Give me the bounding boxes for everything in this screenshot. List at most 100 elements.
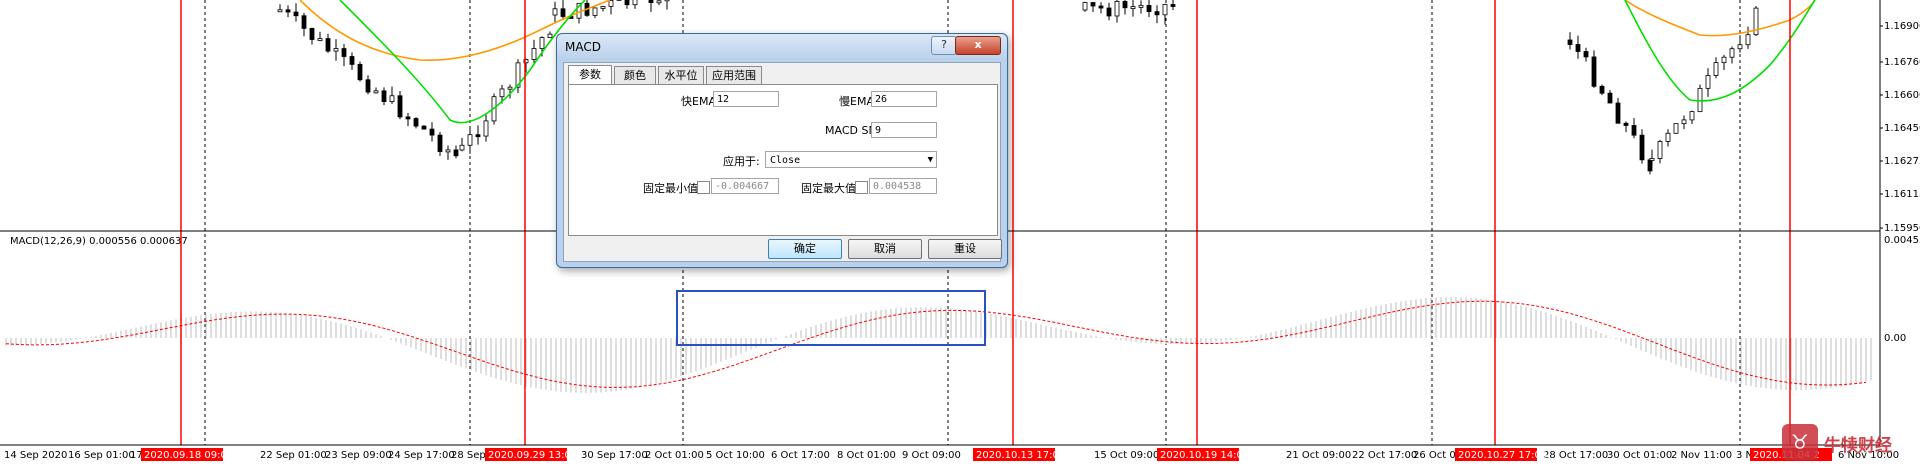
candle-body	[1130, 6, 1136, 9]
help-button[interactable]: ?	[931, 36, 957, 55]
candle-body	[475, 134, 481, 138]
candle-body	[531, 48, 537, 60]
tab-parameters[interactable]: 参数	[568, 65, 612, 85]
fixed-max-checkbox[interactable]	[855, 181, 868, 194]
candle-body	[373, 90, 379, 94]
candle-body	[1162, 4, 1168, 16]
time-tick-label: 8 Oct 01:00	[837, 450, 896, 461]
candle-body	[664, 0, 670, 2]
candle-body	[445, 149, 451, 153]
candle-body	[1623, 122, 1629, 126]
macd-tick-label: 0.004538	[1884, 235, 1920, 246]
candle-body	[547, 33, 553, 39]
candle-body	[467, 134, 473, 146]
candle-body	[1122, 0, 1128, 9]
macd-dialog[interactable]: MACD ? x 参数 颜色 水平位 应用范围 快EMA: 12 慢EMA: 2…	[556, 33, 1008, 268]
fast-ema-input[interactable]: 12	[713, 91, 779, 107]
candle-body	[1146, 4, 1152, 13]
price-tick-label: 1.16115	[1884, 189, 1920, 200]
candlesticks	[277, 0, 1759, 175]
candle-body	[1649, 158, 1655, 161]
time-tick-label: 15 Oct 09:00	[1094, 450, 1159, 461]
candle-body	[1697, 87, 1703, 113]
highlight-box-blue	[676, 290, 986, 346]
price-tick-label: 1.16760	[1884, 57, 1920, 68]
fixed-max-input[interactable]: 0.004538	[869, 178, 937, 194]
time-tick-label: 5 Oct 10:00	[706, 450, 765, 461]
candle-body	[1607, 92, 1613, 104]
time-tick-label: 22 Oct 17:00	[1352, 450, 1417, 461]
candle-body	[1082, 2, 1088, 11]
candle-body	[1713, 62, 1719, 76]
price-tick-label: 1.16450	[1884, 123, 1920, 134]
candle-body	[1591, 56, 1597, 87]
candle-body	[1154, 11, 1160, 16]
candle-body	[1615, 102, 1621, 124]
reset-button[interactable]: 重设	[928, 239, 1002, 259]
slow-ema-input[interactable]: 26	[871, 91, 937, 107]
candle-body	[1745, 34, 1751, 46]
price-tick-label: 1.16275	[1884, 156, 1920, 167]
bull-logo-icon: ♉	[1782, 424, 1818, 460]
time-tick-label: 22 Sep 01:00	[260, 450, 327, 461]
candle-body	[317, 38, 323, 41]
apply-to-label: 应用于:	[723, 155, 760, 168]
fast-ma-line	[339, 0, 586, 124]
tab-levels[interactable]: 水平位	[658, 66, 704, 84]
candle-body	[1689, 111, 1695, 121]
candle-body	[1575, 44, 1581, 52]
fixed-min-checkbox[interactable]	[697, 181, 710, 194]
time-tick-label: 28 Oct 17:00	[1543, 450, 1608, 461]
candle-body	[552, 8, 558, 16]
time-tick-label: 2 Oct 01:00	[645, 450, 704, 461]
watermark-text: 牛犊财经	[1824, 436, 1892, 456]
time-tick-label: 21 Oct 09:00	[1286, 450, 1351, 461]
candle-body	[1673, 123, 1679, 134]
macd-sma-input[interactable]: 9	[871, 122, 937, 138]
fixed-min-input[interactable]: -0.004667	[711, 178, 779, 194]
candle-body	[459, 144, 465, 151]
candle-body	[483, 120, 489, 137]
candle-body	[357, 64, 363, 81]
candle-body	[341, 48, 347, 57]
candle-body	[285, 9, 291, 13]
candle-body	[1729, 48, 1735, 58]
time-tick-label: 9 Oct 09:00	[902, 450, 961, 461]
candle-body	[1106, 7, 1112, 17]
candle-body	[624, 0, 630, 6]
candle-body	[539, 37, 545, 49]
candle-body	[309, 27, 315, 40]
dialog-title: MACD	[565, 40, 601, 54]
candle-body	[1170, 4, 1176, 7]
candle-body	[1681, 119, 1687, 125]
price-tick-label: 1.16900	[1884, 21, 1920, 32]
candle-body	[648, 0, 654, 4]
macd-tick-label: 0.00	[1884, 333, 1906, 344]
candle-body	[592, 7, 598, 16]
candle-body	[1090, 2, 1096, 7]
tab-visualization[interactable]: 应用范围	[706, 66, 762, 84]
time-tick-label: 6 Oct 17:00	[771, 450, 830, 461]
close-button[interactable]: x	[955, 36, 1001, 55]
time-tick-label: 24 Sep 17:00	[388, 450, 455, 461]
cancel-button[interactable]: 取消	[848, 239, 922, 259]
candle-body	[1631, 125, 1637, 136]
candle-body	[499, 88, 505, 98]
candle-body	[397, 95, 403, 118]
candle-body	[1599, 85, 1605, 94]
candle-body	[277, 9, 283, 13]
candle-body	[333, 48, 339, 52]
candle-body	[1138, 4, 1144, 8]
date-flag-label: 2020.10.27 17:00	[1458, 450, 1547, 461]
candle-body	[1114, 0, 1120, 17]
candle-body	[413, 118, 419, 127]
candle-body	[349, 56, 355, 65]
apply-to-value: Close	[770, 155, 801, 166]
tab-colors[interactable]: 颜色	[614, 66, 656, 84]
ok-button[interactable]: 确定	[768, 239, 842, 259]
candle-body	[1737, 44, 1743, 50]
chevron-down-icon: ▼	[927, 155, 933, 165]
apply-to-select[interactable]: Close ▼	[765, 151, 937, 168]
dialog-titlebar[interactable]: MACD ? x	[557, 34, 1007, 60]
candle-body	[429, 128, 435, 136]
